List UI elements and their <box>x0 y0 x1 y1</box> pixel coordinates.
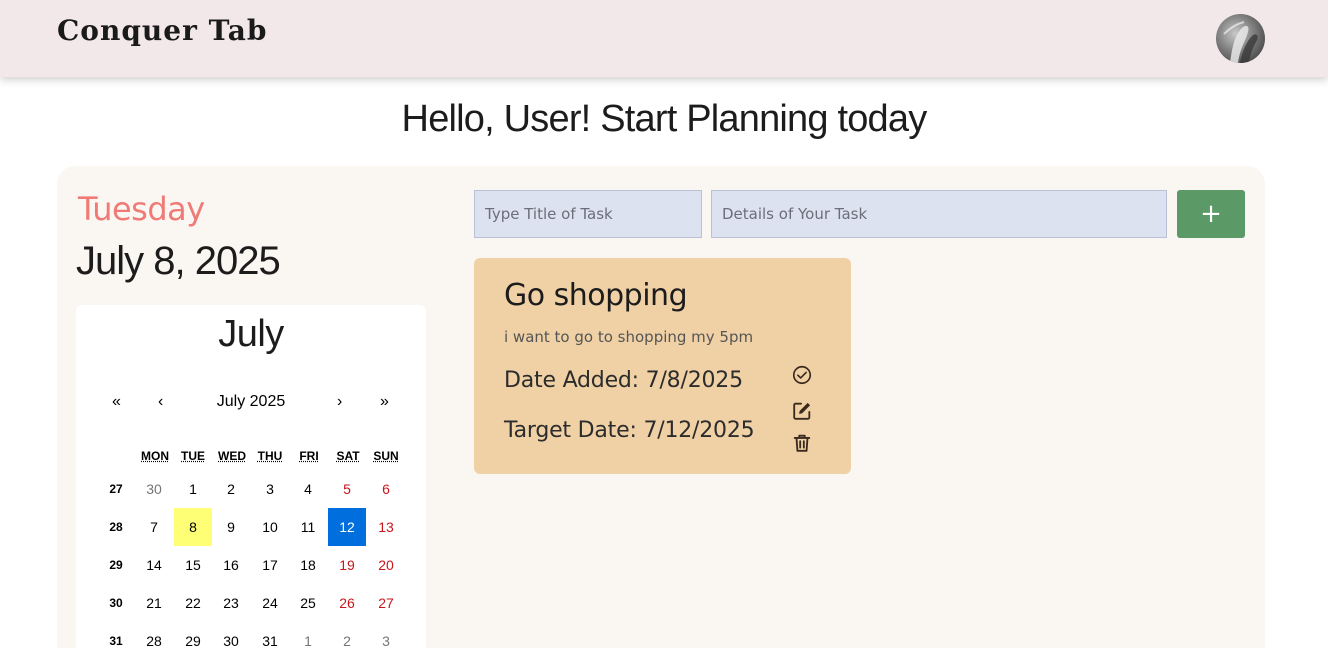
calendar-day[interactable]: 7 <box>135 508 173 546</box>
calendar-day[interactable]: 3 <box>367 622 405 648</box>
check-circle-icon[interactable] <box>791 364 813 386</box>
calendar-day[interactable]: 12 <box>328 508 366 546</box>
calendar-day[interactable]: 2 <box>328 622 366 648</box>
calendar-day[interactable]: 9 <box>212 508 250 546</box>
top-navbar: Conquer Tab <box>0 0 1328 77</box>
next-year-button[interactable]: » <box>380 393 389 413</box>
calendar-day[interactable]: 16 <box>212 546 250 584</box>
week-number: 28 <box>109 520 123 534</box>
edit-icon[interactable] <box>791 400 813 422</box>
weekday-header: MON <box>141 449 169 463</box>
task-details: i want to go to shopping my 5pm <box>504 328 754 346</box>
calendar-day[interactable]: 28 <box>135 622 173 648</box>
current-day-name: Tuesday <box>78 190 205 228</box>
user-avatar[interactable] <box>1216 14 1265 63</box>
calendar-day[interactable]: 8 <box>174 508 212 546</box>
calendar-day[interactable]: 11 <box>289 508 327 546</box>
calendar-day[interactable]: 13 <box>367 508 405 546</box>
weekday-header: THU <box>257 449 283 463</box>
calendar-day[interactable]: 27 <box>367 584 405 622</box>
calendar-day[interactable]: 20 <box>367 546 405 584</box>
calendar-nav-label[interactable]: July 2025 <box>217 393 286 410</box>
calendar-day[interactable]: 26 <box>328 584 366 622</box>
task-details-input[interactable] <box>711 190 1167 238</box>
weekday-header: FRI <box>299 449 319 463</box>
trash-icon[interactable] <box>791 432 813 454</box>
task-title: Go shopping <box>504 278 688 313</box>
calendar-day[interactable]: 19 <box>328 546 366 584</box>
calendar-day[interactable]: 30 <box>212 622 250 648</box>
calendar-day[interactable]: 31 <box>251 622 289 648</box>
calendar-day[interactable]: 5 <box>328 470 366 508</box>
current-full-date: July 8, 2025 <box>76 239 281 283</box>
calendar-month-title: July <box>218 313 284 355</box>
calendar-day[interactable]: 4 <box>289 470 327 508</box>
prev-year-button[interactable]: « <box>112 393 121 413</box>
calendar-day[interactable]: 1 <box>289 622 327 648</box>
week-number: 30 <box>109 596 123 610</box>
weekday-header: WED <box>218 449 246 463</box>
avatar-image <box>1223 21 1258 63</box>
week-number: 31 <box>109 634 123 648</box>
task-title-input[interactable] <box>474 190 702 238</box>
weekday-header: SAT <box>336 449 360 463</box>
calendar-day[interactable]: 24 <box>251 584 289 622</box>
calendar-day[interactable]: 15 <box>174 546 212 584</box>
week-number: 29 <box>109 558 123 572</box>
next-month-button[interactable]: › <box>337 393 342 413</box>
weekday-header: TUE <box>181 449 205 463</box>
calendar-day[interactable]: 29 <box>174 622 212 648</box>
calendar-day[interactable]: 6 <box>367 470 405 508</box>
add-task-button[interactable]: + <box>1177 190 1245 238</box>
calendar-day[interactable]: 1 <box>174 470 212 508</box>
calendar-day[interactable]: 25 <box>289 584 327 622</box>
calendar-day[interactable]: 23 <box>212 584 250 622</box>
calendar-day[interactable]: 2 <box>212 470 250 508</box>
task-date-added: Date Added: 7/8/2025 <box>504 368 743 393</box>
calendar-widget: July « ‹ July 2025 › » MON TUE WED THU F… <box>76 305 426 648</box>
weekday-header: SUN <box>373 449 399 463</box>
task-card: Go shopping i want to go to shopping my … <box>474 258 851 474</box>
app-logo[interactable]: Conquer Tab <box>57 14 267 47</box>
calendar-day[interactable]: 3 <box>251 470 289 508</box>
task-target-date: Target Date: 7/12/2025 <box>504 418 755 443</box>
calendar-day[interactable]: 21 <box>135 584 173 622</box>
calendar-day[interactable]: 10 <box>251 508 289 546</box>
calendar-day[interactable]: 18 <box>289 546 327 584</box>
week-number: 27 <box>109 482 123 496</box>
prev-month-button[interactable]: ‹ <box>158 393 163 413</box>
calendar-day[interactable]: 17 <box>251 546 289 584</box>
calendar-day[interactable]: 30 <box>135 470 173 508</box>
calendar-day[interactable]: 22 <box>174 584 212 622</box>
calendar-nav-label-wrap: July 2025 <box>76 393 426 413</box>
calendar-day[interactable]: 14 <box>135 546 173 584</box>
greeting-heading: Hello, User! Start Planning today <box>401 98 928 140</box>
